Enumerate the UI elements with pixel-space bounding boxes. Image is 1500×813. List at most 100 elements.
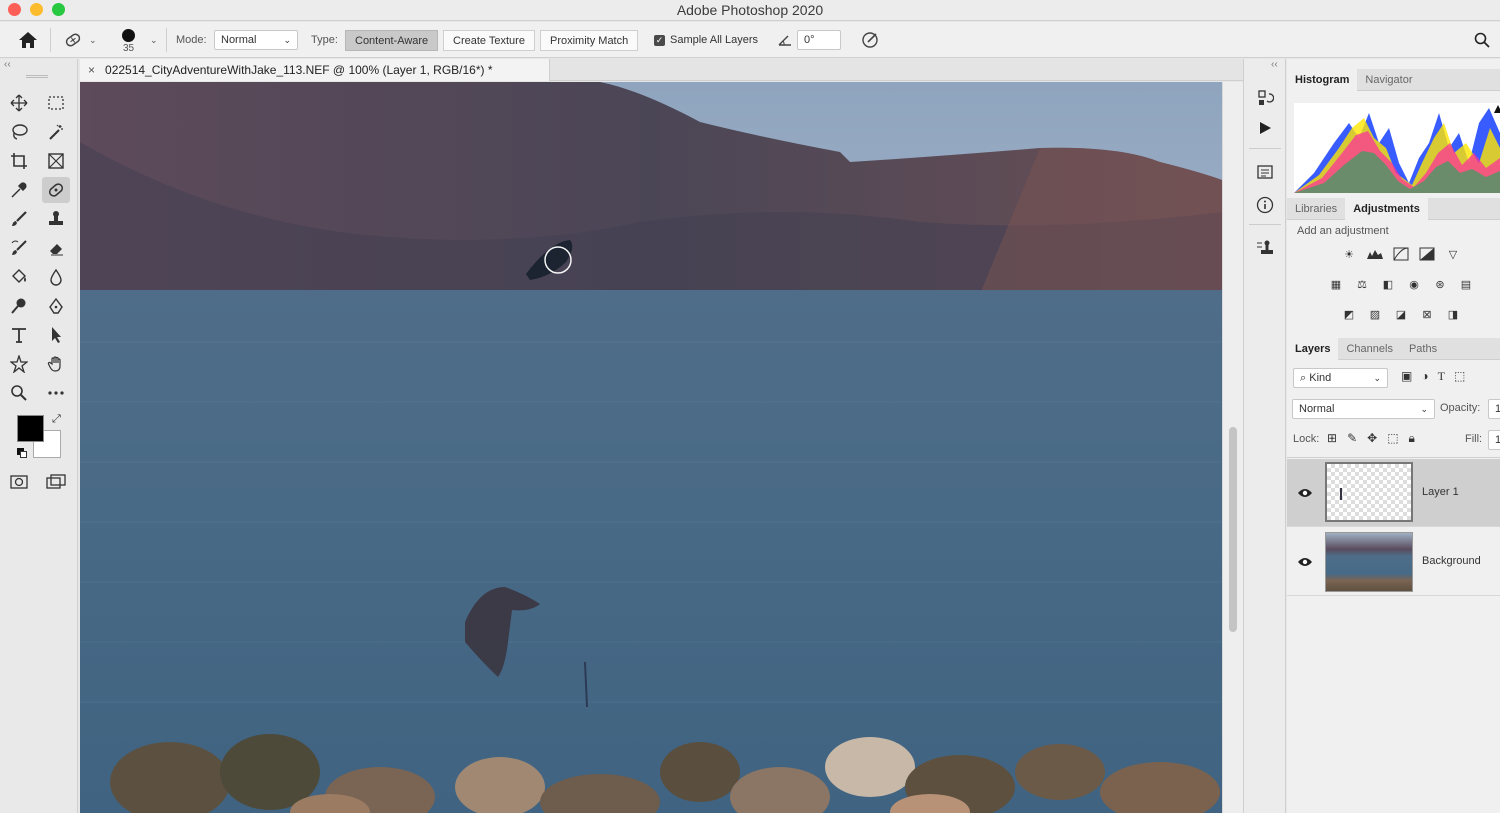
vertical-scrollbar[interactable] (1222, 82, 1243, 813)
document-tab[interactable]: × 022514_CityAdventureWithJake_113.NEF @… (80, 59, 550, 81)
brush-size-picker[interactable]: 35 (122, 22, 135, 58)
dodge-tool-icon[interactable] (5, 293, 33, 319)
zoom-tool-icon[interactable] (5, 380, 33, 406)
lock-label: Lock: (1293, 433, 1320, 445)
crop-tool-icon[interactable] (5, 148, 33, 174)
photo-filter-icon[interactable]: ◉ (1401, 274, 1427, 294)
quick-mask-icon[interactable] (5, 469, 33, 495)
brush-tool-icon[interactable] (5, 206, 33, 232)
lock-all-icon[interactable]: 🔒︎ (1409, 431, 1415, 446)
tab-adjustments[interactable]: Adjustments (1345, 198, 1428, 220)
gradient-map-icon[interactable]: ⊠ (1414, 304, 1440, 324)
selective-color-icon[interactable]: ◨ (1440, 304, 1466, 324)
properties-panel-icon[interactable] (1253, 160, 1277, 184)
clone-source-icon[interactable] (1253, 236, 1277, 260)
chevron-down-icon[interactable]: ⌄ (150, 22, 158, 58)
image-canvas[interactable] (80, 82, 1222, 813)
eye-icon[interactable] (1297, 556, 1313, 568)
blend-mode-dropdown[interactable]: Normal ⌄ (1292, 399, 1435, 419)
layer-kind-filter[interactable]: ⌕ Kind ⌄ (1293, 368, 1388, 388)
spot-healing-brush-tool-icon[interactable] (42, 177, 70, 203)
levels-icon[interactable] (1362, 244, 1388, 264)
lock-artboard-icon[interactable]: ⬚ (1387, 431, 1398, 446)
tab-histogram[interactable]: Histogram (1287, 69, 1358, 91)
collapse-chevron-icon[interactable]: ‹‹ (4, 59, 11, 70)
adjustment-row-2: ▦ ⚖ ◧ ◉ ⊛ ▤ (1323, 274, 1479, 294)
black-white-icon[interactable]: ◧ (1375, 274, 1401, 294)
lock-position-icon[interactable]: ✥ (1367, 431, 1377, 446)
eyedropper-tool-icon[interactable] (5, 177, 33, 203)
hue-saturation-icon[interactable]: ▦ (1323, 274, 1349, 294)
info-icon[interactable] (1253, 193, 1277, 217)
tab-navigator[interactable]: Navigator (1357, 69, 1420, 91)
paint-bucket-tool-icon[interactable] (5, 264, 33, 290)
sample-all-layers-checkbox[interactable]: ✓ (654, 34, 665, 46)
swap-colors-icon[interactable]: ⤢ (52, 413, 61, 426)
layers-tab-bar: Layers Channels Paths (1287, 338, 1500, 360)
foreground-color-swatch[interactable] (17, 415, 44, 442)
type-proximity-match-button[interactable]: Proximity Match (540, 30, 639, 51)
screen-mode-icon[interactable] (42, 469, 70, 495)
adjustment-row-3: ◩ ▨ ◪ ⊠ ◨ (1336, 304, 1466, 324)
pixel-layer-filter-icon[interactable]: ▣ (1401, 369, 1412, 384)
shape-layer-filter-icon[interactable]: ⬚ (1454, 369, 1465, 384)
layer-row-layer-1[interactable]: Layer 1 (1287, 459, 1500, 527)
curves-icon[interactable] (1388, 244, 1414, 264)
posterize-icon[interactable]: ▨ (1362, 304, 1388, 324)
play-actions-icon[interactable] (1253, 116, 1277, 140)
adjustments-caption: Add an adjustment (1297, 225, 1389, 237)
frame-tool-icon[interactable] (42, 148, 70, 174)
shape-tool-icon[interactable] (5, 351, 33, 377)
type-layer-filter-icon[interactable]: T (1438, 369, 1445, 384)
history-brush-tool-icon[interactable] (5, 235, 33, 261)
channel-mixer-icon[interactable]: ⊛ (1427, 274, 1453, 294)
tool-preset-picker[interactable]: ⌄ (63, 22, 97, 58)
threshold-icon[interactable]: ◪ (1388, 304, 1414, 324)
toolbar-grip[interactable] (26, 75, 48, 78)
type-create-texture-button[interactable]: Create Texture (443, 30, 535, 51)
tab-paths[interactable]: Paths (1401, 338, 1445, 360)
lock-transparent-icon[interactable]: ⊞ (1327, 431, 1337, 446)
lock-pixels-icon[interactable]: ✎ (1347, 431, 1357, 446)
hand-tool-icon[interactable] (42, 351, 70, 377)
magic-wand-tool-icon[interactable] (42, 119, 70, 145)
close-tab-icon[interactable]: × (88, 63, 95, 77)
clone-stamp-tool-icon[interactable] (42, 206, 70, 232)
invert-icon[interactable]: ◩ (1336, 304, 1362, 324)
exposure-icon[interactable] (1414, 244, 1440, 264)
angle-input[interactable]: 0° (797, 30, 841, 50)
scrollbar-thumb[interactable] (1229, 427, 1237, 632)
history-panel-icon[interactable] (1253, 86, 1277, 110)
color-lookup-icon[interactable]: ▤ (1453, 274, 1479, 294)
pen-tool-icon[interactable] (42, 293, 70, 319)
more-tools-icon[interactable] (42, 380, 70, 406)
color-balance-icon[interactable]: ⚖ (1349, 274, 1375, 294)
home-icon[interactable] (18, 22, 38, 58)
tab-libraries[interactable]: Libraries (1287, 198, 1345, 220)
eraser-tool-icon[interactable] (42, 235, 70, 261)
tab-layers[interactable]: Layers (1287, 338, 1339, 360)
fill-input[interactable]: 10 (1488, 430, 1500, 450)
adjustments-tab-bar: Libraries Adjustments (1287, 198, 1500, 220)
opacity-input[interactable]: 10 (1488, 399, 1500, 419)
pressure-size-icon[interactable] (860, 22, 880, 58)
type-tool-icon[interactable] (5, 322, 33, 348)
adjustment-layer-filter-icon[interactable]: ◑ (1421, 369, 1428, 384)
path-selection-tool-icon[interactable] (42, 322, 70, 348)
mode-dropdown[interactable]: Normal ⌄ (214, 30, 298, 50)
brightness-contrast-icon[interactable]: ☀ (1336, 244, 1362, 264)
search-icon[interactable] (1474, 22, 1490, 58)
default-colors-icon[interactable] (17, 448, 27, 458)
move-tool-icon[interactable] (5, 90, 33, 116)
lasso-tool-icon[interactable] (5, 119, 33, 145)
eye-icon[interactable] (1297, 487, 1313, 499)
blur-tool-icon[interactable] (42, 264, 70, 290)
tab-channels[interactable]: Channels (1338, 338, 1400, 360)
photo-landscape (80, 82, 1222, 813)
lock-icons: ⊞ ✎ ✥ ⬚ 🔒︎ (1327, 431, 1415, 446)
collapse-chevron-icon[interactable]: ‹‹ (1271, 59, 1278, 70)
marquee-tool-icon[interactable] (42, 90, 70, 116)
type-content-aware-button[interactable]: Content-Aware (345, 30, 439, 51)
layer-row-background[interactable]: Background (1287, 528, 1500, 596)
vibrance-icon[interactable]: ▽ (1440, 244, 1466, 264)
